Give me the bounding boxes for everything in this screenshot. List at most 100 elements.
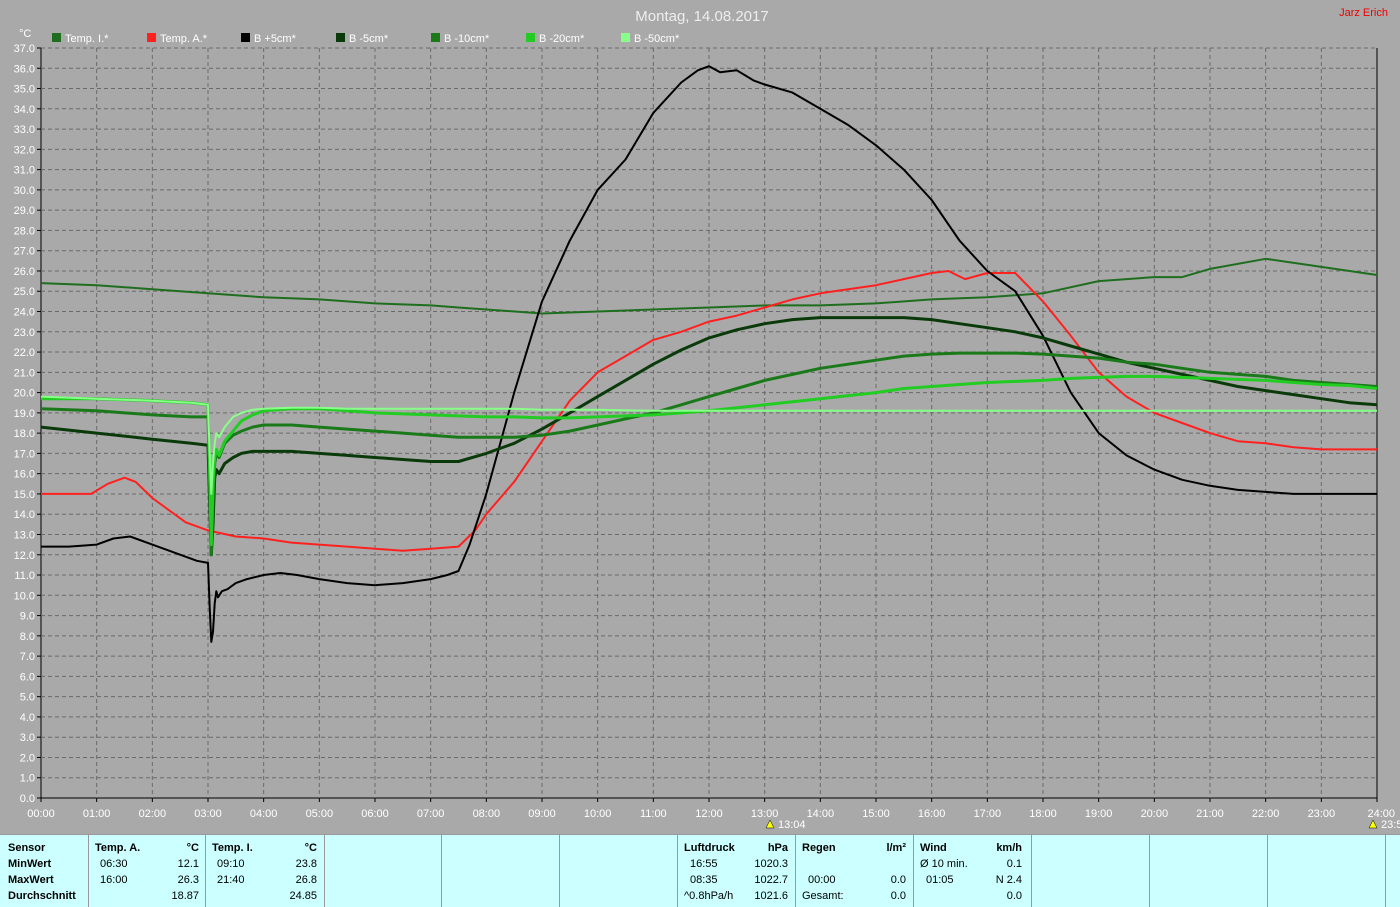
legend-label: B -50cm* (634, 33, 680, 45)
x-tick-label: 10:00 (584, 808, 612, 820)
temp-i-min-time: 09:10 (217, 858, 245, 870)
divider (324, 834, 325, 907)
temp-i-unit: °C (304, 842, 317, 854)
x-tick-label: 13:00 (751, 808, 779, 820)
y-tick-label: 35.0 (14, 84, 35, 96)
divider (677, 834, 678, 907)
wind-max-time: 01:05 (926, 874, 954, 886)
y-tick-label: 7.0 (20, 651, 35, 663)
legend-swatch (431, 33, 440, 42)
y-tick-label: 2.0 (20, 752, 35, 764)
x-tick-label: 01:00 (83, 808, 111, 820)
y-tick-label: 23.0 (14, 327, 35, 339)
divider (1031, 834, 1032, 907)
legend-swatch (52, 33, 61, 42)
temp-i-average: 24.85 (289, 890, 317, 902)
legend-swatch (241, 33, 250, 42)
panel-top-border (0, 834, 1400, 835)
x-tick-label: 17:00 (974, 808, 1002, 820)
time-marker-label: 23:5 (1381, 819, 1400, 831)
legend-swatch (336, 33, 345, 42)
chart-background (0, 0, 1400, 834)
rain-header: Regen (802, 842, 836, 854)
divider (205, 834, 206, 907)
y-tick-label: 14.0 (14, 509, 35, 521)
y-tick-label: 25.0 (14, 286, 35, 298)
divider (1267, 834, 1268, 907)
x-tick-label: 02:00 (139, 808, 167, 820)
legend-label: B -10cm* (444, 33, 490, 45)
x-tick-label: 03:00 (194, 808, 222, 820)
temp-i-header: Temp. I. (212, 842, 253, 854)
min-label: MinWert (8, 858, 52, 870)
temp-i-min-value: 23.8 (295, 858, 317, 870)
temp-i-max-value: 26.8 (295, 874, 317, 886)
temperature-chart: Montag, 14.08.2017 Jarz Erich °C Temp. I… (0, 0, 1400, 834)
divider (559, 834, 560, 907)
y-tick-label: 24.0 (14, 307, 35, 319)
y-tick-label: 32.0 (14, 144, 35, 156)
y-axis-unit: °C (19, 28, 31, 40)
y-tick-label: 31.0 (14, 165, 35, 177)
legend-label: Temp. A.* (160, 33, 208, 45)
y-tick-label: 13.0 (14, 529, 35, 541)
temp-a-max-time: 16:00 (100, 874, 128, 886)
temp-a-header: Temp. A. (95, 842, 141, 854)
x-tick-label: 08:00 (473, 808, 501, 820)
pressure-max-time: 08:35 (690, 874, 718, 886)
x-tick-label: 18:00 (1029, 808, 1057, 820)
rain-total-label: Gesamt: (802, 890, 844, 902)
legend-label: B -5cm* (349, 33, 389, 45)
y-tick-label: 16.0 (14, 469, 35, 481)
max-label: MaxWert (8, 874, 54, 886)
legend-swatch (526, 33, 535, 42)
author-label: Jarz Erich (1339, 7, 1388, 19)
y-tick-label: 19.0 (14, 408, 35, 420)
pressure-current: 1021.6 (754, 890, 788, 902)
divider (88, 834, 89, 907)
avg-label: Durchschnitt (8, 890, 76, 902)
y-tick-label: 33.0 (14, 124, 35, 136)
divider (1149, 834, 1150, 907)
temp-a-min-value: 12.1 (177, 858, 199, 870)
legend-label: B -20cm* (539, 33, 585, 45)
x-tick-label: 09:00 (528, 808, 556, 820)
y-tick-label: 9.0 (20, 611, 35, 623)
x-tick-label: 04:00 (250, 808, 278, 820)
y-tick-label: 37.0 (14, 43, 35, 55)
legend-swatch (621, 33, 630, 42)
x-tick-label: 16:00 (918, 808, 946, 820)
wind-header: Wind (920, 842, 947, 854)
pressure-min-time: 16:55 (690, 858, 718, 870)
chart-title: Montag, 14.08.2017 (635, 8, 768, 25)
temp-a-average: 18.87 (171, 890, 199, 902)
y-tick-label: 10.0 (14, 590, 35, 602)
y-tick-label: 20.0 (14, 388, 35, 400)
wind-avg-label: Ø 10 min. (920, 858, 968, 870)
pressure-header: Luftdruck (684, 842, 735, 854)
y-tick-label: 36.0 (14, 63, 35, 75)
y-tick-label: 15.0 (14, 489, 35, 501)
y-tick-label: 29.0 (14, 205, 35, 217)
x-tick-label: 21:00 (1196, 808, 1224, 820)
y-tick-label: 17.0 (14, 448, 35, 460)
pressure-min-value: 1020.3 (754, 858, 788, 870)
wind-unit: km/h (996, 842, 1022, 854)
y-tick-label: 28.0 (14, 225, 35, 237)
x-tick-label: 00:00 (27, 808, 55, 820)
pressure-max-value: 1022.7 (754, 874, 788, 886)
temp-i-max-time: 21:40 (217, 874, 245, 886)
x-tick-label: 11:00 (640, 808, 667, 820)
divider (441, 834, 442, 907)
y-tick-label: 5.0 (20, 692, 35, 704)
y-tick-label: 4.0 (20, 712, 35, 724)
temp-a-unit: °C (186, 842, 199, 854)
divider (913, 834, 914, 907)
wind-avg-value: 0.1 (1006, 858, 1022, 870)
y-tick-label: 1.0 (20, 773, 35, 785)
legend-swatch (147, 33, 156, 42)
y-tick-label: 18.0 (14, 428, 35, 440)
pressure-unit: hPa (767, 842, 788, 854)
x-tick-label: 12:00 (695, 808, 723, 820)
y-tick-label: 26.0 (14, 266, 35, 278)
